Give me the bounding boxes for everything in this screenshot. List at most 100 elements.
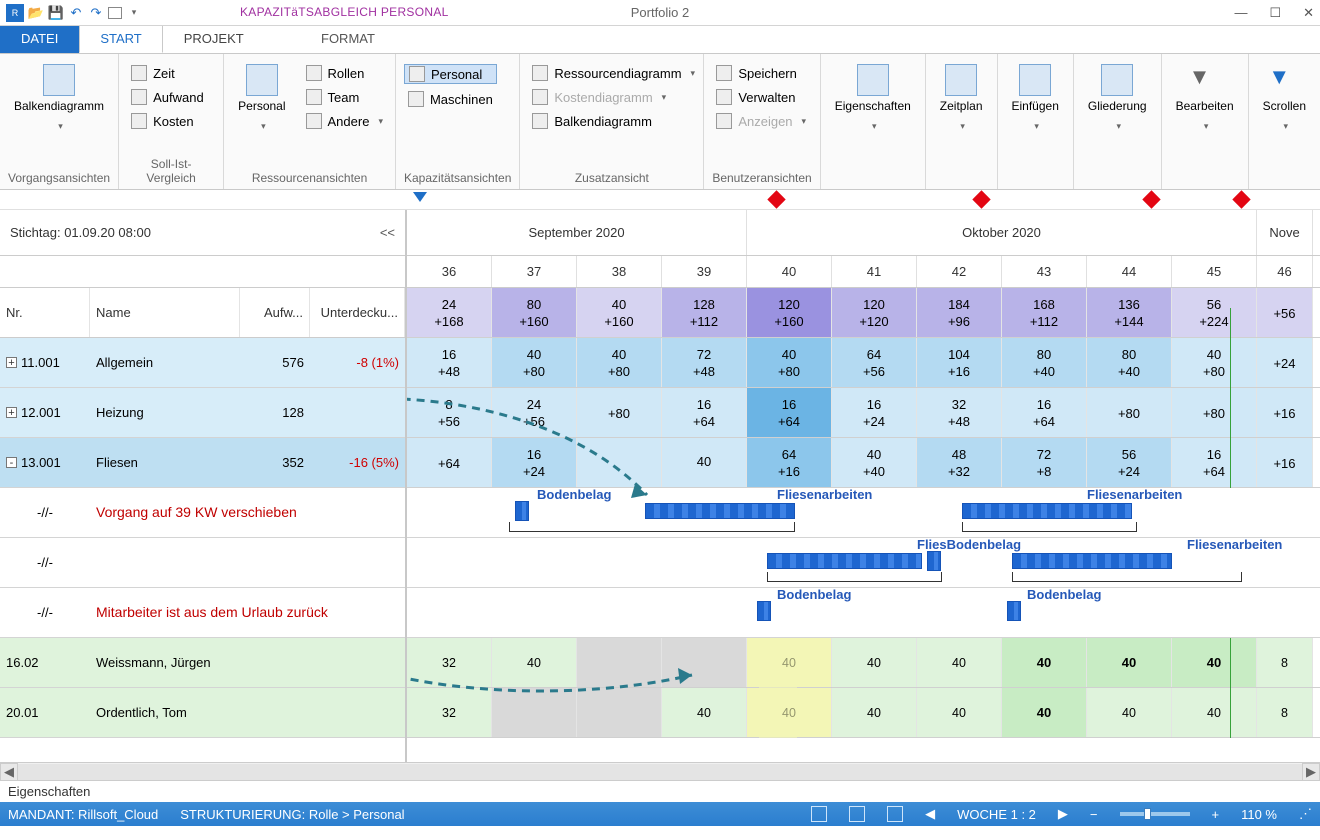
gliederung-button[interactable]: Gliederung <box>1082 60 1153 136</box>
col-name[interactable]: Name <box>90 288 240 337</box>
week-cell[interactable]: 36 <box>407 256 492 287</box>
resize-grip-icon[interactable]: ⋰ <box>1299 806 1312 822</box>
left-row[interactable]: +11.001 Allgemein 576 -8 (1%) <box>0 338 405 388</box>
zeit-button[interactable]: Zeit <box>127 64 208 82</box>
week-cell[interactable]: 39 <box>662 256 747 287</box>
zoom-slider[interactable] <box>1120 812 1190 816</box>
week-cell[interactable]: 37 <box>492 256 577 287</box>
left-row[interactable]: -//- <box>0 538 405 588</box>
week-cell[interactable]: 42 <box>917 256 1002 287</box>
week-cell[interactable]: 44 <box>1087 256 1172 287</box>
close-icon[interactable]: ✕ <box>1303 5 1314 21</box>
expander-icon[interactable]: - <box>6 457 17 468</box>
titlebar: R 📂 💾 ↶ ↷ ▾ KAPAZITäTSABGLEICH PERSONAL … <box>0 0 1320 26</box>
person-week-cell <box>492 688 577 737</box>
qat-more-icon[interactable]: ▾ <box>126 5 142 21</box>
capacity-cell: 16+24 <box>832 388 917 437</box>
milestone-diamond[interactable] <box>1232 190 1250 208</box>
open-icon[interactable]: 📂 <box>28 5 44 21</box>
week-cell[interactable]: 43 <box>1002 256 1087 287</box>
rollen-button[interactable]: Rollen <box>302 64 387 82</box>
timeline-pane: September 2020Oktober 2020Nove 363738394… <box>407 210 1320 762</box>
left-row[interactable]: 16.02 Weissmann, Jürgen <box>0 638 405 688</box>
milestone-diamond[interactable] <box>972 190 990 208</box>
week-cell[interactable]: 41 <box>832 256 917 287</box>
view-icon[interactable] <box>811 806 827 822</box>
scrollen-button[interactable]: ▼Scrollen <box>1257 60 1312 136</box>
save-icon[interactable]: 💾 <box>48 5 64 21</box>
einfuegen-button[interactable]: Einfügen <box>1006 60 1065 136</box>
annotation-text: Mitarbeiter ist aus dem Urlaub zurück <box>90 604 405 621</box>
team-button[interactable]: Team <box>302 88 387 106</box>
collapse-left-button[interactable]: << <box>380 225 395 240</box>
undo-icon[interactable]: ↶ <box>68 5 84 21</box>
anzeigen-button[interactable]: Anzeigen <box>712 112 810 130</box>
horizontal-scrollbar[interactable]: ◀ ▶ <box>0 762 1320 780</box>
window-icon[interactable] <box>108 7 122 19</box>
balkdiagramm-button[interactable]: Balkendiagramm <box>528 112 699 130</box>
filter-icon: ▼ <box>1189 64 1221 96</box>
tab-datei[interactable]: DATEI <box>0 25 79 53</box>
scroll-right-icon[interactable]: ▶ <box>1302 763 1320 781</box>
speichern-button[interactable]: Speichern <box>712 64 810 82</box>
andere-button[interactable]: Andere <box>302 112 387 130</box>
zoom-minus[interactable]: − <box>1090 807 1098 822</box>
kap-personal-button[interactable]: Personal <box>404 64 497 84</box>
week-cell[interactable]: 45 <box>1172 256 1257 287</box>
capacity-cell: 48+32 <box>917 438 1002 487</box>
milestone-diamond[interactable] <box>767 190 785 208</box>
kap-maschinen-button[interactable]: Maschinen <box>404 90 497 108</box>
scroll-left-icon[interactable]: ◀ <box>0 763 18 781</box>
milestone-diamond[interactable] <box>1142 190 1160 208</box>
view-icon[interactable] <box>849 806 865 822</box>
capacity-cell: +64 <box>407 438 492 487</box>
eigenschaften-button[interactable]: Eigenschaften <box>829 60 917 136</box>
left-row[interactable]: -//- Mitarbeiter ist aus dem Urlaub zurü… <box>0 588 405 638</box>
left-row[interactable]: -13.001 Fliesen 352 -16 (5%) <box>0 438 405 488</box>
col-unterdeckung[interactable]: Unterdecku... <box>310 288 405 337</box>
personal-button[interactable]: Personal <box>232 60 291 136</box>
aufwand-button[interactable]: Aufwand <box>127 88 208 106</box>
zeitplan-button[interactable]: Zeitplan <box>934 60 989 136</box>
person-week-cell: 40 <box>917 688 1002 737</box>
minimize-icon[interactable]: — <box>1234 5 1247 21</box>
chevron-down-icon <box>869 117 877 132</box>
expander-icon[interactable]: + <box>6 357 17 368</box>
verwalten-button[interactable]: Verwalten <box>712 88 810 106</box>
kosten-button[interactable]: Kosten <box>127 112 208 130</box>
expander-icon[interactable]: + <box>6 407 17 418</box>
col-nr[interactable]: Nr. <box>0 288 90 337</box>
balkendiagramm-button[interactable]: Balkendiagramm <box>8 60 110 136</box>
bar-label: Bodenbelag <box>1027 587 1101 602</box>
view-icon[interactable] <box>887 806 903 822</box>
properties-bar[interactable]: Eigenschaften <box>0 780 1320 802</box>
week-cell[interactable]: 40 <box>747 256 832 287</box>
left-row[interactable]: +12.001 Heizung 128 <box>0 388 405 438</box>
capacity-cell: 16+64 <box>662 388 747 437</box>
kostdiagramm-button[interactable]: Kostendiagramm <box>528 88 699 106</box>
task-bar[interactable] <box>515 501 529 521</box>
week-cell[interactable]: 38 <box>577 256 662 287</box>
maximize-icon[interactable]: ☐ <box>1269 5 1281 21</box>
left-row[interactable]: 20.01 Ordentlich, Tom <box>0 688 405 738</box>
redo-icon[interactable]: ↷ <box>88 5 104 21</box>
tab-projekt[interactable]: PROJEKT <box>163 25 265 53</box>
resdiagramm-button[interactable]: Ressourcendiagramm <box>528 64 699 82</box>
scroll-track[interactable] <box>18 764 1302 780</box>
task-bar[interactable] <box>767 553 922 569</box>
task-bar[interactable] <box>962 503 1132 519</box>
bearbeiten-button[interactable]: ▼Bearbeiten <box>1170 60 1240 136</box>
task-bar[interactable] <box>1007 601 1021 621</box>
zoom-plus[interactable]: + <box>1212 807 1220 822</box>
task-bar[interactable] <box>1012 553 1172 569</box>
task-bar[interactable] <box>757 601 771 621</box>
task-bar[interactable] <box>645 503 795 519</box>
tab-start[interactable]: START <box>79 25 162 53</box>
app-icon: R <box>6 4 24 22</box>
task-bar[interactable] <box>927 551 941 571</box>
tab-format[interactable]: FORMAT <box>300 25 396 53</box>
left-row[interactable]: -//- Vorgang auf 39 KW verschieben <box>0 488 405 538</box>
col-aufw[interactable]: Aufw... <box>240 288 310 337</box>
person-week-cell: 40 <box>832 638 917 687</box>
week-cell[interactable]: 46 <box>1257 256 1313 287</box>
